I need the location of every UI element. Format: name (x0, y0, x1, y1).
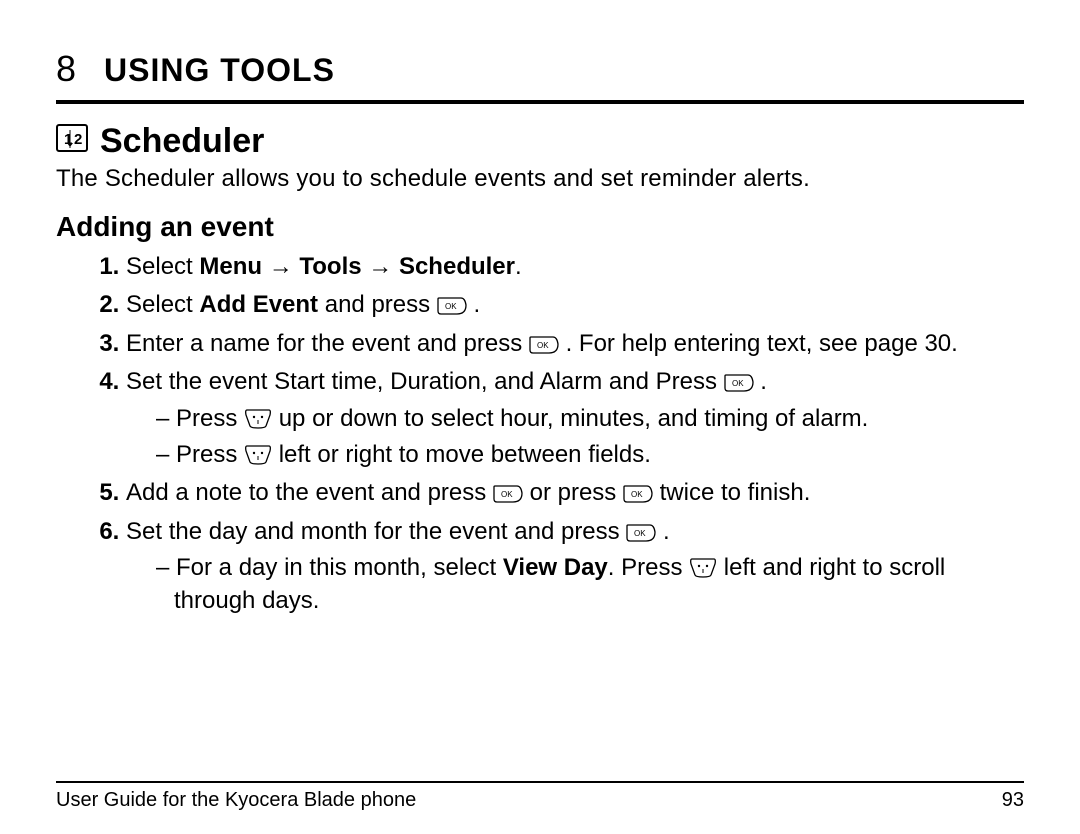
page-number: 93 (1002, 789, 1024, 812)
step-4-sublist: Press up or down to select hour, minutes… (126, 403, 1024, 472)
step-4: Set the event Start time, Duration, and … (126, 366, 1024, 471)
calendar-icon: 1 2 (56, 122, 88, 161)
svg-text:OK: OK (537, 341, 549, 350)
ok-key-icon: OK (623, 479, 653, 506)
svg-text:OK: OK (634, 529, 646, 538)
ok-key-icon: OK (529, 330, 559, 357)
svg-text:OK: OK (631, 490, 643, 499)
nav-key-icon (244, 441, 272, 468)
section-description: The Scheduler allows you to schedule eve… (56, 165, 1024, 193)
chapter-number: 8 (56, 48, 76, 90)
step-2: Select Add Event and press OK . (126, 289, 1024, 321)
page: 8 USING TOOLS 1 2 Scheduler The Schedule… (0, 0, 1080, 834)
svg-text:OK: OK (501, 490, 513, 499)
subheading: Adding an event (56, 211, 1024, 243)
nav-key-icon (689, 554, 717, 581)
step-6-sublist: For a day in this month, select View Day… (126, 552, 1024, 617)
section-title: Scheduler (100, 122, 264, 161)
steps-list: Select Menu → Tools → Scheduler. Select … (56, 251, 1024, 617)
step-4-sub-2: Press left or right to move between fiel… (156, 439, 1024, 471)
ok-key-icon: OK (437, 291, 467, 318)
step-1: Select Menu → Tools → Scheduler. (126, 251, 1024, 283)
page-footer: User Guide for the Kyocera Blade phone 9… (56, 781, 1024, 812)
svg-text:OK: OK (445, 302, 457, 311)
ok-key-icon: OK (626, 518, 656, 545)
ok-key-icon: OK (724, 368, 754, 395)
svg-text:OK: OK (732, 379, 744, 388)
step-6-sub-1: For a day in this month, select View Day… (156, 552, 1024, 617)
chapter-header: 8 USING TOOLS (56, 48, 1024, 104)
svg-text:2: 2 (74, 131, 82, 148)
nav-key-icon (244, 405, 272, 432)
step-3: Enter a name for the event and press OK … (126, 328, 1024, 360)
chapter-title: USING TOOLS (104, 52, 335, 89)
section-scheduler: 1 2 Scheduler The Scheduler allows you t… (56, 122, 1024, 193)
step-5: Add a note to the event and press OK or … (126, 477, 1024, 509)
footer-left: User Guide for the Kyocera Blade phone (56, 789, 416, 812)
step-4-sub-1: Press up or down to select hour, minutes… (156, 403, 1024, 435)
ok-key-icon: OK (493, 479, 523, 506)
step-6: Set the day and month for the event and … (126, 516, 1024, 617)
section-title-row: 1 2 Scheduler (56, 122, 1024, 161)
